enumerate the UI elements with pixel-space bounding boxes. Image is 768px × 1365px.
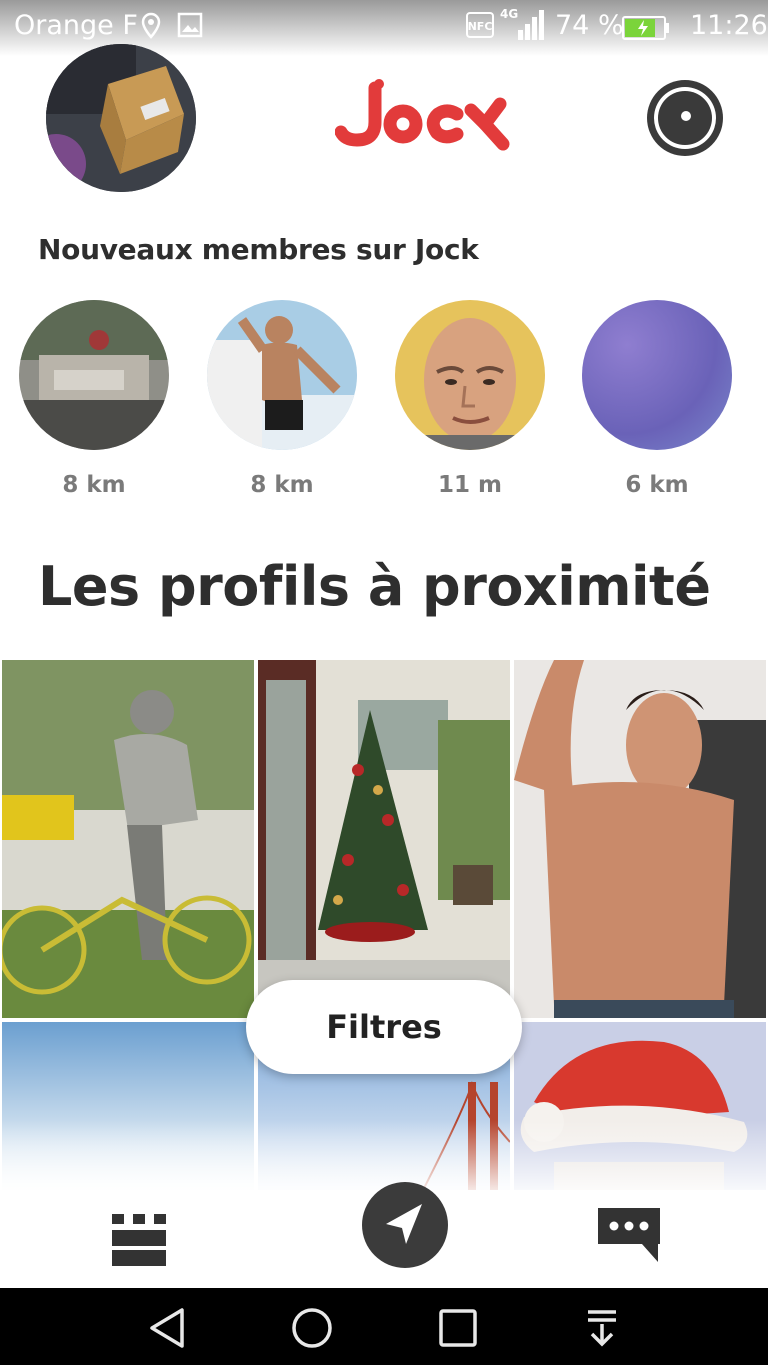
- profile-tile[interactable]: [514, 660, 766, 1018]
- member-distance: 8 km: [250, 472, 314, 498]
- my-profile-avatar[interactable]: [46, 44, 196, 192]
- battery-charging-icon: [622, 16, 670, 44]
- back-icon[interactable]: [146, 1306, 190, 1350]
- navigation-arrow-icon[interactable]: [362, 1182, 448, 1268]
- member-avatar[interactable]: [19, 300, 169, 450]
- nfc-icon: NFC: [466, 12, 494, 42]
- profile-tile[interactable]: [2, 660, 254, 1018]
- member-distance: 6 km: [625, 472, 689, 498]
- carrier-label: Orange F: [14, 10, 138, 41]
- image-icon: [177, 12, 203, 42]
- member-avatar[interactable]: [395, 300, 545, 450]
- notification-pull-icon[interactable]: [580, 1306, 624, 1350]
- svg-text:NFC: NFC: [468, 20, 493, 33]
- location-icon: [140, 12, 162, 44]
- member-card[interactable]: 8 km: [19, 300, 169, 498]
- member-distance: 8 km: [62, 472, 126, 498]
- nearby-profiles-grid: [0, 660, 768, 1200]
- profile-tile[interactable]: [258, 660, 510, 1018]
- 4g-signal-icon: 4G: [500, 6, 544, 46]
- camera-icon[interactable]: [647, 80, 723, 156]
- member-card[interactable]: 6 km: [582, 300, 732, 498]
- member-card[interactable]: 11 m: [395, 300, 545, 498]
- section-title-nearby: Les profils à proximité: [38, 555, 711, 618]
- grid-icon[interactable]: [110, 1202, 168, 1268]
- system-nav-bar: [0, 1288, 768, 1365]
- home-icon[interactable]: [290, 1306, 334, 1350]
- recents-icon[interactable]: [436, 1306, 480, 1350]
- member-card[interactable]: 8 km: [207, 300, 357, 498]
- battery-percent: 74 %: [555, 10, 624, 41]
- chat-bubble-icon[interactable]: [596, 1204, 662, 1264]
- member-avatar[interactable]: [207, 300, 357, 450]
- bottom-tab-bar: [0, 1182, 768, 1288]
- new-members-list: 8 km 8 km 11 m 6 km: [0, 300, 768, 510]
- svg-text:4G: 4G: [500, 7, 518, 21]
- member-distance: 11 m: [438, 472, 502, 498]
- clock: 11:26: [690, 10, 768, 41]
- section-title-new-members: Nouveaux membres sur Jock: [38, 233, 479, 266]
- filters-button[interactable]: Filtres: [246, 980, 522, 1074]
- member-avatar[interactable]: [582, 300, 732, 450]
- jock-logo: [334, 78, 510, 156]
